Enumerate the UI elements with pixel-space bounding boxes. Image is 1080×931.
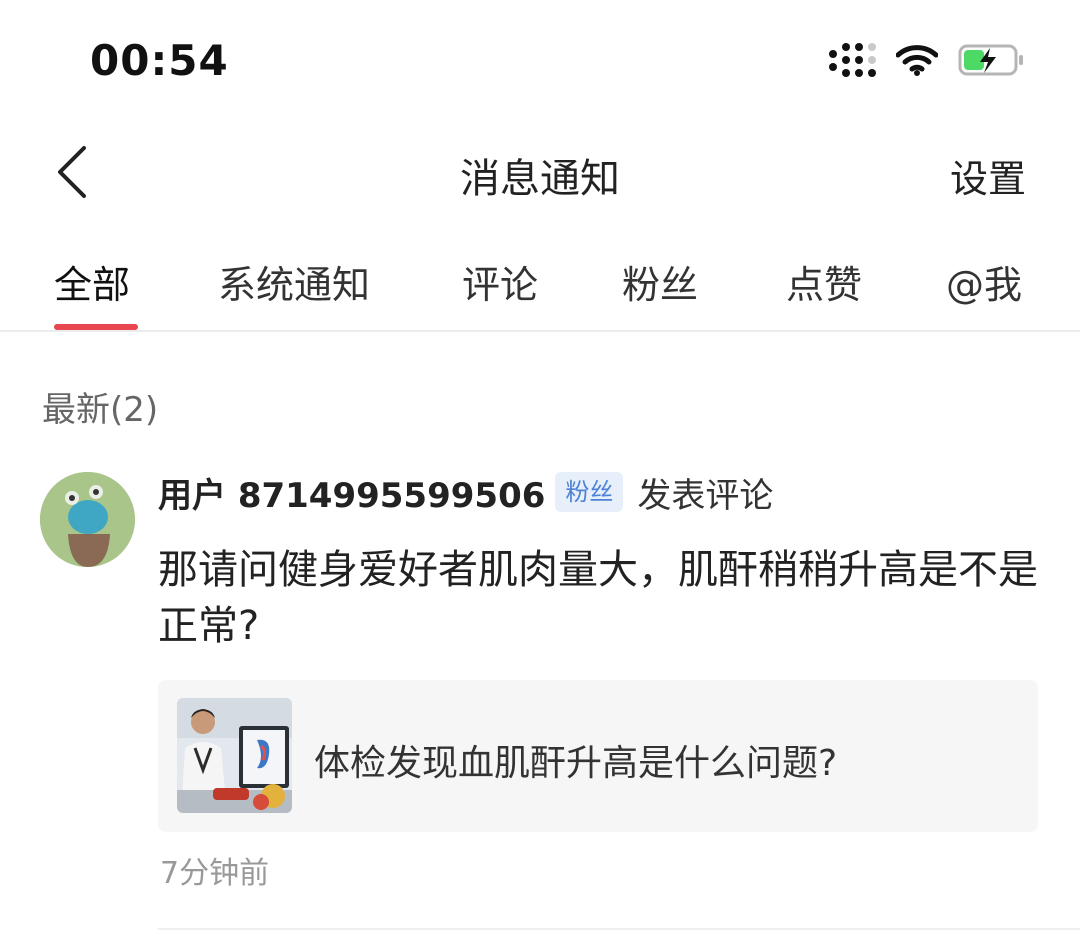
tab-mentions[interactable]: @我 — [946, 254, 1022, 309]
timestamp: 7分钟前 — [160, 856, 270, 891]
tab-system-notifications[interactable]: 系统通知 — [218, 254, 370, 309]
username[interactable]: 用户 8714995599506 — [158, 468, 545, 517]
action-text: 发表评论 — [637, 475, 774, 516]
avatar[interactable] — [40, 472, 135, 567]
tab-bar: 全部 系统通知 评论 粉丝 点赞 @我 — [0, 254, 1080, 332]
tab-comments[interactable]: 评论 — [462, 254, 538, 309]
post-thumbnail — [177, 698, 292, 813]
quoted-post-card[interactable]: 体检发现血肌酐升高是什么问题? — [158, 680, 1038, 832]
active-tab-indicator — [54, 324, 138, 330]
section-title: 最新(2) — [42, 390, 159, 430]
comment-text[interactable]: 那请问健身爱好者肌肉量大，肌酐稍稍升高是不是正常? — [158, 542, 1038, 654]
battery-charging-icon — [958, 43, 1024, 77]
status-time: 00:54 — [90, 36, 229, 85]
notification-meta: 用户 8714995599506 粉丝 发表评论 — [158, 468, 774, 517]
cellular-signal-icon — [829, 43, 876, 77]
tab-all[interactable]: 全部 — [54, 254, 130, 309]
quoted-post-title: 体检发现血肌酐升高是什么问题? — [314, 743, 838, 784]
page-title: 消息通知 — [460, 156, 620, 202]
status-icons — [829, 40, 1024, 80]
wifi-icon — [896, 43, 938, 77]
fan-badge: 粉丝 — [555, 472, 624, 512]
tab-fans[interactable]: 粉丝 — [622, 254, 698, 309]
tab-likes[interactable]: 点赞 — [786, 254, 862, 309]
settings-button[interactable]: 设置 — [950, 148, 1026, 203]
user-avatar-image — [40, 472, 135, 567]
divider — [158, 928, 1080, 930]
